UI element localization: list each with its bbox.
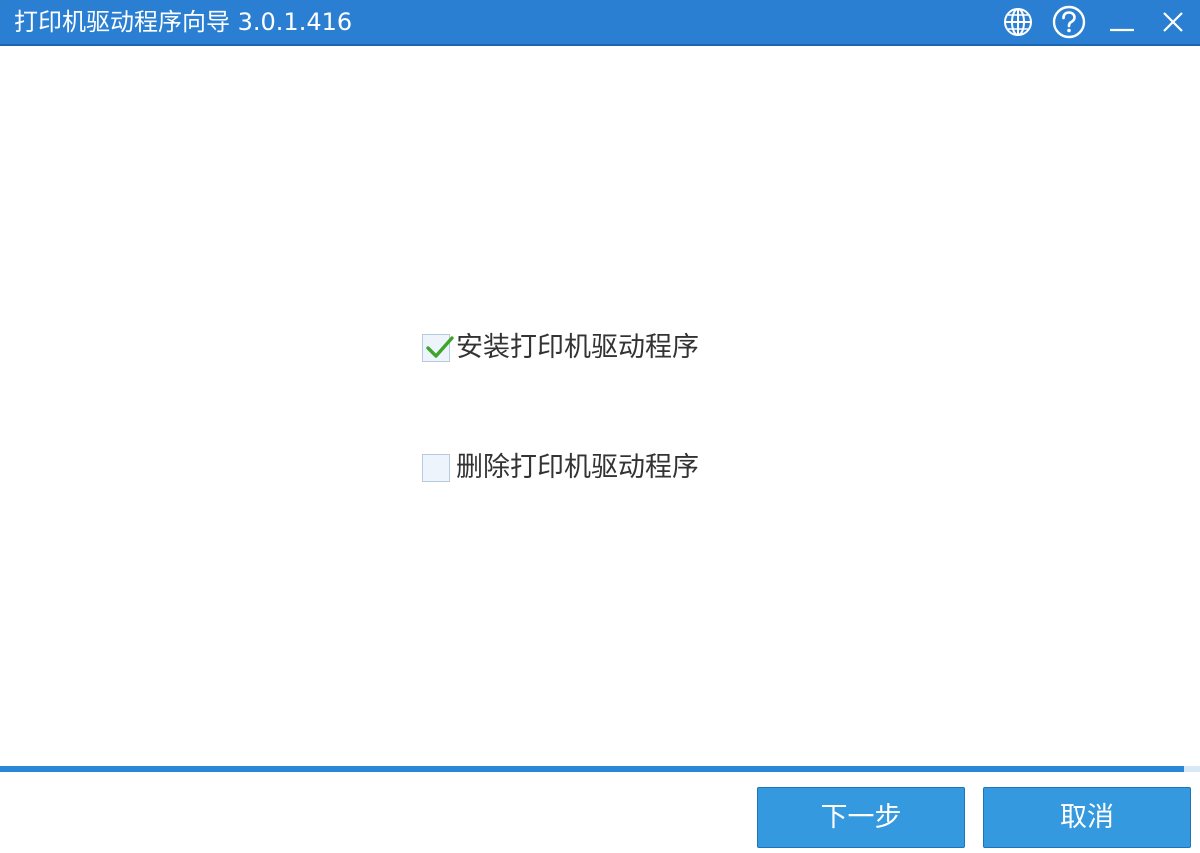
progress-fill bbox=[0, 766, 1185, 772]
help-button[interactable] bbox=[1051, 4, 1087, 40]
install-driver-label: 安装打印机驱动程序 bbox=[456, 332, 699, 363]
question-circle-icon bbox=[1052, 5, 1086, 39]
install-driver-option[interactable]: 安装打印机驱动程序 bbox=[422, 326, 742, 370]
install-driver-checkbox[interactable] bbox=[422, 334, 454, 362]
close-button[interactable] bbox=[1155, 4, 1191, 40]
remove-driver-checkbox[interactable] bbox=[422, 454, 450, 482]
wizard-window: 打印机驱动程序向导 3.0.1.416 安装打印机驱动程序 删除打印机驱动程序 … bbox=[0, 0, 1200, 853]
minimize-icon bbox=[1110, 28, 1134, 32]
window-title: 打印机驱动程序向导 3.0.1.416 bbox=[14, 8, 353, 36]
language-button[interactable] bbox=[1000, 4, 1036, 40]
checkmark-icon bbox=[426, 336, 454, 358]
close-icon bbox=[1163, 12, 1183, 32]
progress-bar bbox=[0, 766, 1200, 772]
cancel-button[interactable]: 取消 bbox=[983, 787, 1191, 848]
next-button[interactable]: 下一步 bbox=[757, 787, 965, 848]
globe-icon bbox=[1004, 8, 1032, 36]
minimize-button[interactable] bbox=[1104, 4, 1140, 40]
remove-driver-label: 删除打印机驱动程序 bbox=[456, 452, 699, 483]
remove-driver-option[interactable]: 删除打印机驱动程序 bbox=[422, 446, 742, 490]
title-bar: 打印机驱动程序向导 3.0.1.416 bbox=[0, 0, 1200, 46]
